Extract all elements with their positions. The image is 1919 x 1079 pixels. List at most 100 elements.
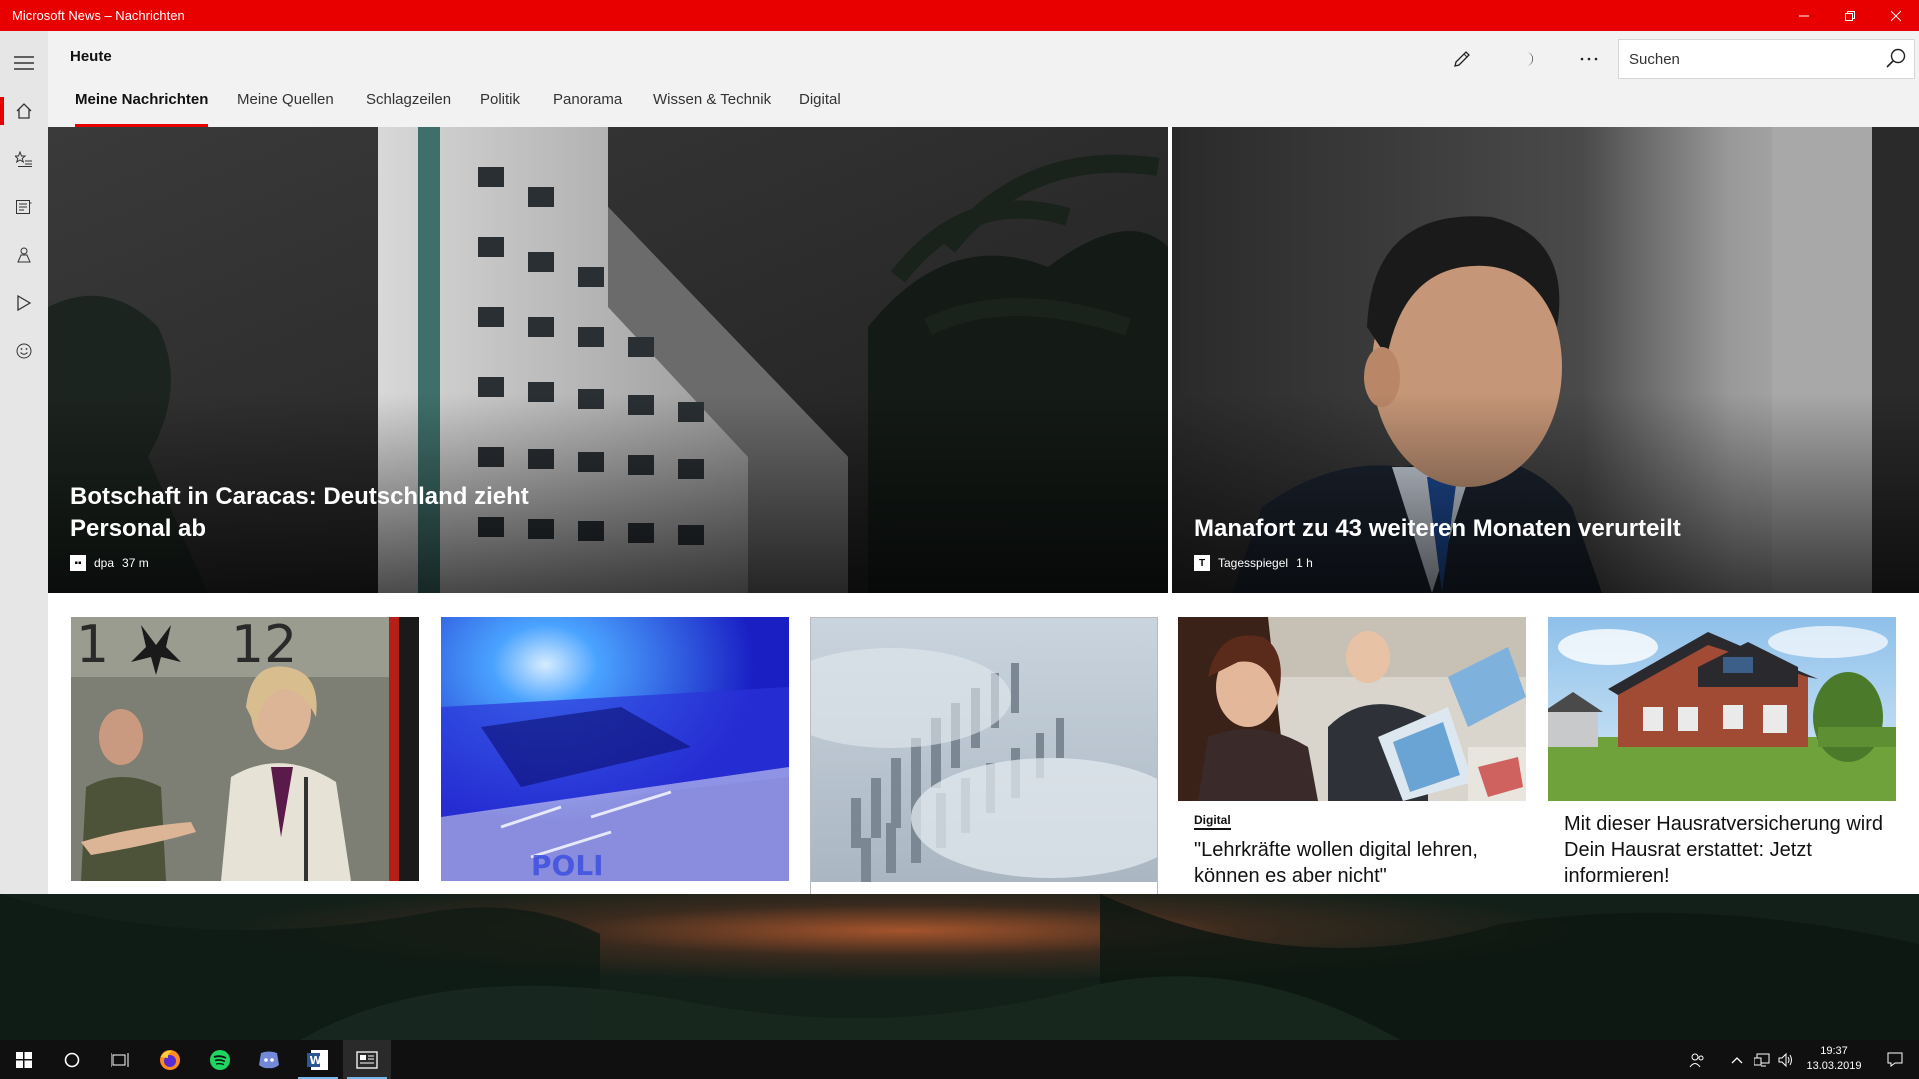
tab-meine-quellen[interactable]: Meine Quellen: [237, 91, 334, 127]
hero-2-time: 1 h: [1296, 556, 1313, 570]
word-icon: W: [307, 1049, 328, 1070]
rail-item-local[interactable]: [0, 231, 48, 279]
more-icon: [1580, 57, 1598, 61]
taskbar-word[interactable]: W: [294, 1040, 342, 1079]
rail-item-sources[interactable]: [0, 183, 48, 231]
rail-item-home[interactable]: [0, 87, 48, 135]
star-list-icon: [15, 151, 32, 167]
newspaper-icon: [16, 200, 32, 214]
hero-2-headline[interactable]: Manafort zu 43 weiteren Monaten verurtei…: [1194, 513, 1894, 545]
discord-icon: [259, 1051, 279, 1068]
taskbar: W 19:37 13.03.2019: [0, 1040, 1919, 1079]
dpa-logo-icon: ▪▪: [70, 555, 86, 571]
tray-volume-button[interactable]: [1774, 1040, 1798, 1079]
edit-button[interactable]: [1442, 41, 1482, 77]
news-app-icon: [356, 1050, 378, 1069]
volume-icon: [1778, 1052, 1792, 1067]
close-button[interactable]: [1873, 0, 1919, 31]
taskbar-discord[interactable]: [245, 1040, 293, 1079]
taskbar-news-app[interactable]: [343, 1040, 391, 1079]
start-button[interactable]: [0, 1040, 48, 1079]
cortana-button[interactable]: [48, 1040, 96, 1079]
city-fog-aerial-photo: [811, 618, 1157, 882]
article-card-3[interactable]: [810, 617, 1158, 894]
hero-2-source: Tagesspiegel: [1218, 556, 1289, 570]
article-card-4[interactable]: Digital "Lehrkräfte wollen digital lehre…: [1178, 617, 1526, 894]
taskbar-spotify[interactable]: [196, 1040, 244, 1079]
chevron-up-icon: [1731, 1056, 1743, 1063]
clock-time: 19:37: [1820, 1045, 1848, 1057]
hero-1-headline[interactable]: Botschaft in Caracas: Deutschland zieht …: [70, 481, 630, 545]
tray-network-button[interactable]: [1750, 1040, 1774, 1079]
more-button[interactable]: [1569, 41, 1609, 77]
hamburger-menu-button[interactable]: [0, 39, 48, 87]
spotify-icon: [210, 1049, 230, 1070]
card-4-category-tag[interactable]: Digital: [1194, 813, 1231, 830]
tab-digital[interactable]: Digital: [799, 91, 841, 127]
tray-overflow-button[interactable]: [1725, 1040, 1749, 1079]
taskbar-firefox[interactable]: [146, 1040, 194, 1079]
clock[interactable]: 19:37 13.03.2019: [1798, 1044, 1870, 1074]
card-5-ad-text[interactable]: Mit dieser Hausratversicherung wird Dein…: [1564, 811, 1884, 889]
firefox-icon: [160, 1049, 180, 1070]
hero-article-1[interactable]: Botschaft in Caracas: Deutschland zieht …: [48, 127, 1168, 593]
news-app-window: Heute Meine Nachrichten Meine Quellen Sc…: [0, 31, 1919, 894]
hamburger-icon: [14, 56, 34, 70]
task-view-button[interactable]: [96, 1040, 144, 1079]
smiley-icon: [16, 343, 32, 359]
close-icon: [1891, 10, 1901, 21]
app-header: Heute Meine Nachrichten Meine Quellen Sc…: [48, 31, 1919, 127]
tab-wissen-technik[interactable]: Wissen & Technik: [653, 91, 771, 127]
hero-2-meta: T Tagesspiegel 1 h: [1194, 555, 1313, 571]
people-icon: [1689, 1053, 1704, 1067]
minimize-icon: [1799, 15, 1809, 16]
rail-item-videos[interactable]: [0, 279, 48, 327]
search-box[interactable]: [1618, 39, 1915, 79]
search-button[interactable]: [1886, 48, 1906, 73]
tray-people-button[interactable]: [1680, 1040, 1714, 1079]
politician-at-podium-photo: 1 12: [71, 617, 419, 881]
svg-text:12: 12: [231, 617, 297, 675]
hero-1-source: dpa: [94, 556, 115, 570]
play-icon: [17, 295, 31, 311]
search-input[interactable]: [1629, 48, 1869, 70]
svg-text:POLI: POLI: [531, 849, 604, 881]
windows-start-icon: [16, 1051, 32, 1068]
search-icon: [1886, 48, 1906, 68]
clock-date: 13.03.2019: [1806, 1060, 1862, 1072]
article-card-5[interactable]: Mit dieser Hausratversicherung wird Dein…: [1548, 617, 1896, 894]
tab-panorama[interactable]: Panorama: [553, 91, 622, 127]
svg-text:1: 1: [76, 617, 109, 675]
house-photo: [1548, 617, 1896, 801]
article-card-2[interactable]: POLI: [441, 617, 789, 894]
hero-1-meta: ▪▪ dpa 37 m: [70, 555, 149, 571]
tab-schlagzeilen[interactable]: Schlagzeilen: [366, 91, 451, 127]
police-car-photo: POLI: [441, 617, 789, 881]
title-bar: Microsoft News – Nachrichten: [0, 0, 1919, 31]
page-title: Heute: [70, 48, 112, 65]
pencil-icon: [1454, 51, 1470, 67]
desktop-wallpaper: [0, 894, 1919, 1040]
tab-meine-nachrichten[interactable]: Meine Nachrichten: [75, 91, 209, 127]
moon-icon: [1526, 52, 1533, 66]
svg-text:W: W: [310, 1054, 322, 1067]
cortana-icon: [64, 1052, 80, 1067]
action-center-button[interactable]: [1871, 1040, 1919, 1079]
restore-button[interactable]: [1827, 0, 1873, 31]
theme-toggle-button[interactable]: [1509, 41, 1549, 77]
article-card-1[interactable]: 1 12: [71, 617, 419, 894]
task-view-icon: [111, 1052, 129, 1067]
tab-politik[interactable]: Politik: [480, 91, 520, 127]
home-icon: [16, 103, 32, 119]
students-tablets-photo: [1178, 617, 1526, 801]
people-icon: [17, 247, 31, 263]
action-center-icon: [1887, 1052, 1903, 1067]
hero-article-2[interactable]: Manafort zu 43 weiteren Monaten verurtei…: [1172, 127, 1919, 593]
card-4-headline[interactable]: "Lehrkräfte wollen digital lehren, könne…: [1194, 837, 1514, 889]
window-title: Microsoft News – Nachrichten: [12, 8, 185, 23]
minimize-button[interactable]: [1781, 0, 1827, 31]
network-icon: [1754, 1053, 1770, 1066]
restore-icon: [1845, 10, 1855, 21]
rail-item-interests[interactable]: [0, 135, 48, 183]
rail-item-feedback[interactable]: [0, 327, 48, 375]
